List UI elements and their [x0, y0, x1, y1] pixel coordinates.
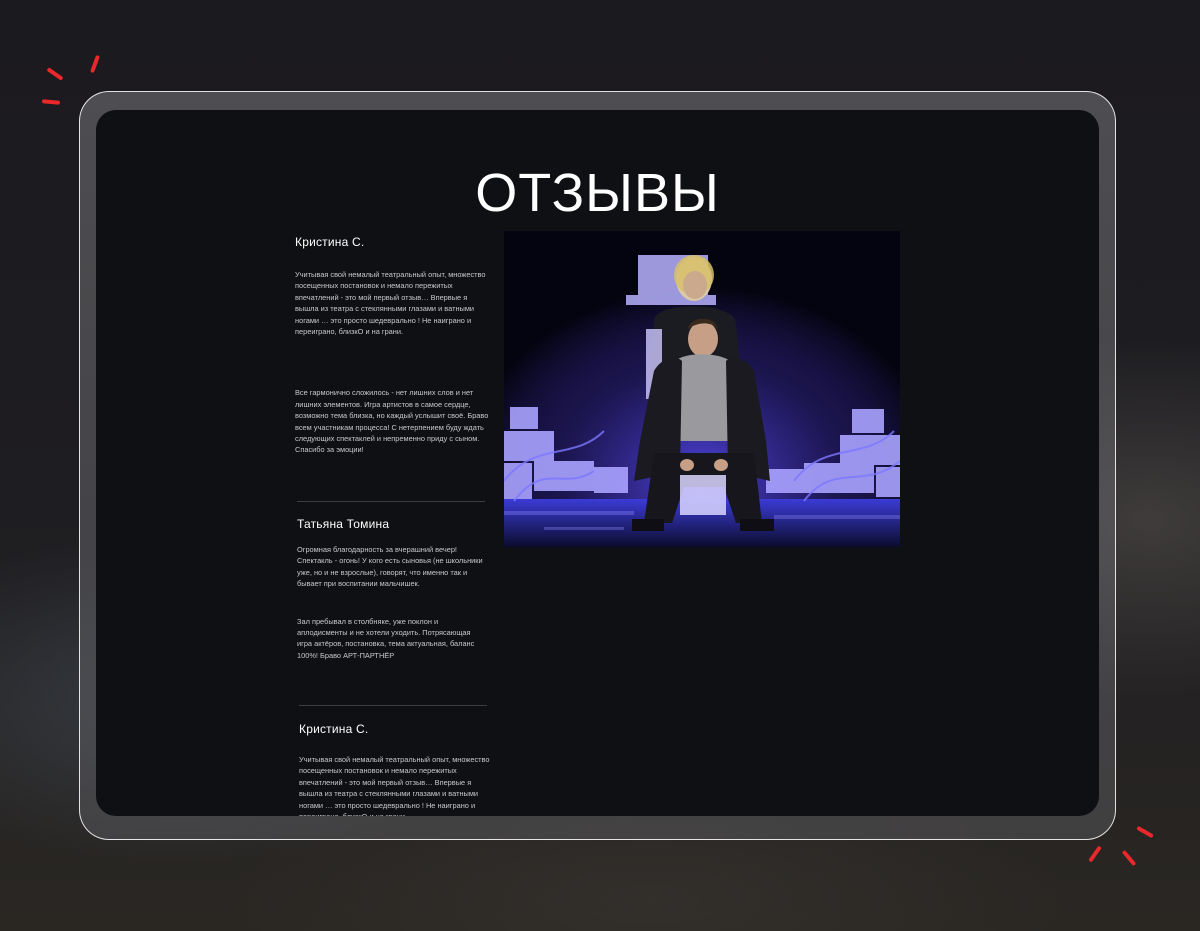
reviewer-name: Кристина С. [299, 722, 369, 736]
performance-photo [504, 231, 900, 547]
review-text: Огромная благодарность за вчерашний вече… [297, 545, 483, 589]
stage-scene-image [504, 231, 900, 547]
review-divider [297, 501, 485, 502]
review-text: Учитывая свой немалый театральный опыт, … [295, 270, 486, 337]
review-card: Кристина С. Учитывая свой немалый театра… [299, 722, 494, 816]
review-card: Кристина С. Учитывая свой немалый театра… [295, 235, 490, 456]
review-text: Все гармонично сложилось - нет лишних сл… [295, 388, 489, 455]
reviewer-name: Кристина С. [295, 235, 365, 249]
review-card: Татьяна Томина Огромная благодарность за… [297, 517, 487, 661]
reviewer-name: Татьяна Томина [297, 517, 390, 531]
reviews-screen: ОТЗЫВЫ Кристина С. Учитывая свой немалый… [96, 110, 1099, 816]
review-text: Учитывая свой немалый театральный опыт, … [299, 755, 490, 816]
review-divider [299, 705, 487, 706]
page-title: ОТЗЫВЫ [475, 163, 720, 223]
review-text: Зал пребывал в столбняке, уже поклон и а… [297, 616, 475, 660]
